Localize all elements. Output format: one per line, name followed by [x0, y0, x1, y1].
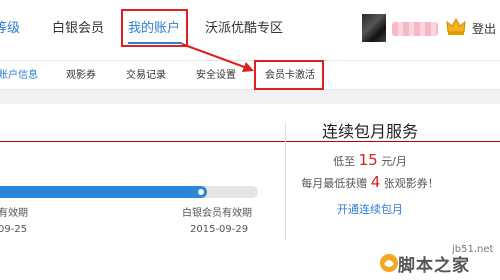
price-prefix: 低至	[333, 155, 356, 168]
service-title: 连续包月服务	[321, 122, 418, 141]
left-validity-label: 有效期	[0, 208, 28, 219]
crown-icon	[446, 18, 466, 35]
annotation-box-my-account	[121, 9, 188, 47]
top-navigation-bar: 等级 白银会员 我的账户 沃派优酷专区 ▒▒▒▒ 登出	[0, 0, 500, 60]
annotation-box-card-activation	[254, 60, 324, 90]
subnav-movie-coupons[interactable]: 观影券	[66, 69, 96, 82]
logout-link[interactable]: 登出	[472, 22, 496, 36]
service-price: 低至 15 元/月	[285, 151, 455, 171]
nav-grade[interactable]: 等级	[0, 20, 20, 38]
bonus-value: 4	[370, 173, 381, 191]
watermark-logo-text: 脚本之家	[398, 256, 470, 276]
avatar[interactable]	[362, 14, 386, 42]
price-suffix: 元/月	[381, 155, 407, 168]
subnav-account-info[interactable]: 账户信息	[0, 69, 38, 82]
left-validity-date: 09-25	[0, 224, 28, 235]
membership-progress-bar	[0, 186, 258, 198]
silver-validity-label: 白银会员有效期	[182, 208, 252, 219]
open-monthly-link[interactable]: 开通连续包月	[285, 203, 455, 217]
watermark-logo-icon	[380, 254, 398, 272]
bonus-prefix: 每月最低获赠	[301, 177, 368, 190]
service-bonus: 每月最低获赠 4 张观影券！	[285, 173, 455, 193]
subnav-transactions[interactable]: 交易记录	[126, 69, 166, 82]
nav-silver-member[interactable]: 白银会员	[52, 20, 104, 38]
subnav-security-settings[interactable]: 安全设置	[196, 69, 236, 82]
silver-validity-date: 2015-09-29	[190, 224, 249, 235]
price-value: 15	[358, 151, 378, 169]
progress-fill	[0, 186, 207, 198]
sub-navigation-bar: 账户信息 观影券 交易记录 安全设置 会员卡激活	[0, 60, 500, 90]
nav-youku-zone[interactable]: 沃派优酷专区	[205, 20, 283, 38]
bonus-suffix: 张观影券！	[383, 177, 439, 190]
watermark-url: jb51.net	[452, 244, 494, 255]
progress-knob	[196, 187, 206, 197]
